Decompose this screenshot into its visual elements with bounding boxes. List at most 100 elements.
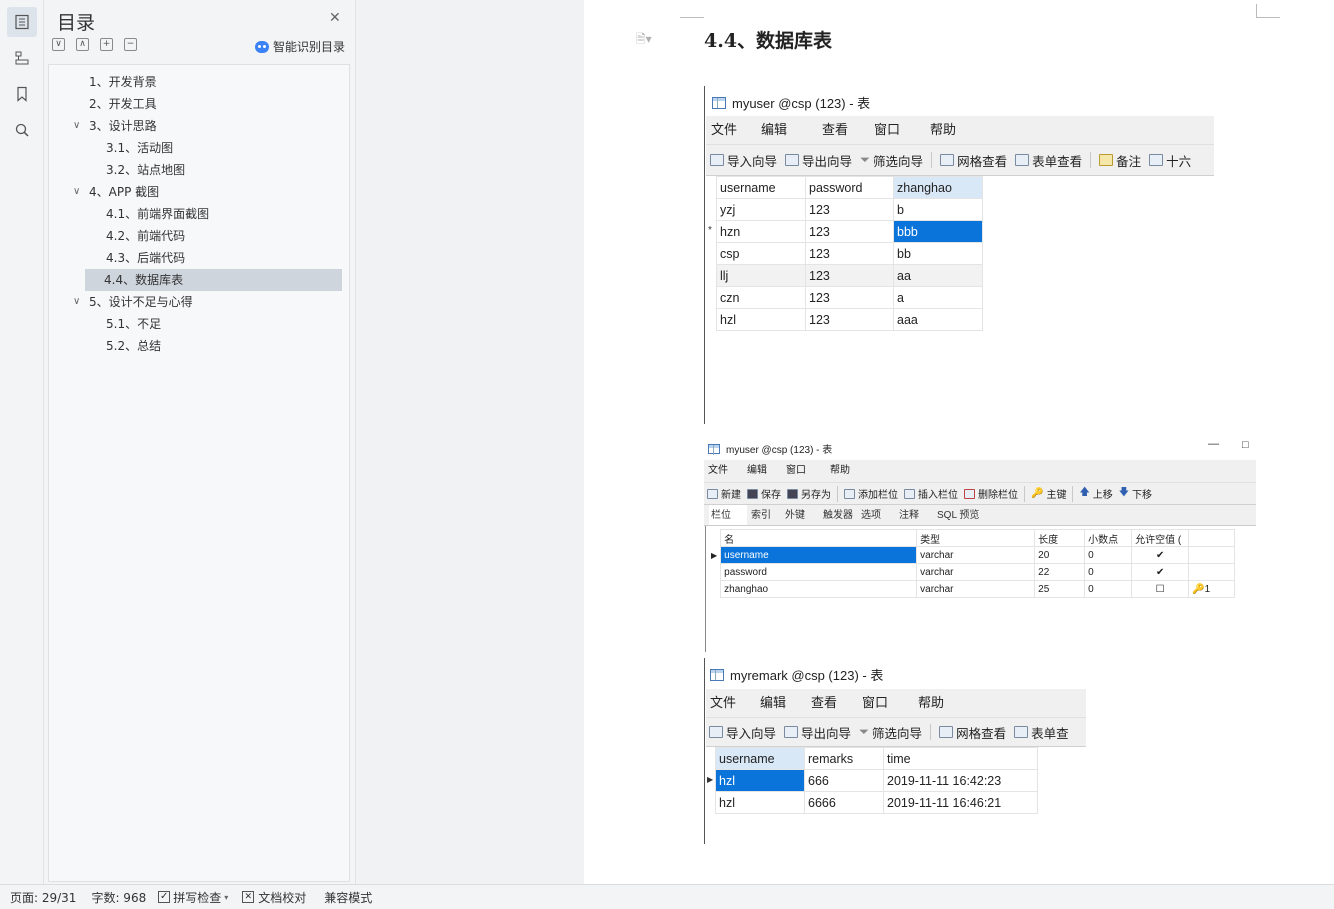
smart-toc-button[interactable]: 智能识别目录 [254,38,345,55]
add-field-button[interactable]: 添加栏位 [844,486,898,501]
column-header[interactable]: zhanghao [893,176,983,199]
column-header[interactable]: 名 [720,529,918,547]
table-row[interactable]: password varchar 22 0 ✔ [708,563,1236,581]
cell[interactable]: aa [893,264,983,287]
menu-window[interactable]: 窗口 [874,116,930,144]
cell[interactable]: hzl [715,791,805,814]
cell[interactable]: 6666 [804,791,884,814]
cell[interactable]: varchar [916,580,1036,598]
save-as-button[interactable]: 另存为 [787,486,831,501]
toc-item[interactable]: 4.4、数据库表 [85,269,342,291]
menu-view[interactable]: 查看 [811,689,862,717]
cell[interactable]: 0 [1084,563,1133,581]
word-count[interactable]: 字数: 968 [91,889,146,906]
cell[interactable]: bb [893,242,983,265]
paragraph-icon[interactable]: 🗎▾ [636,30,652,51]
column-header[interactable]: username [716,176,806,199]
spell-check-button[interactable]: ✓ 拼写检查 ▾ [158,889,228,906]
table-row[interactable]: czn 123 a [716,286,983,309]
toc-item[interactable]: 4.2、前端代码 [106,225,185,247]
tab-indexes[interactable]: 索引 [747,505,785,525]
nullable-checkbox[interactable]: ✔ [1131,546,1190,564]
cell[interactable]: 2019-11-11 16:46:21 [883,791,1038,814]
toc-item[interactable]: 3.1、活动图 [106,137,173,159]
toc-item[interactable]: 2、开发工具 [89,93,157,115]
cell[interactable]: 123 [805,264,894,287]
delete-field-button[interactable]: 删除栏位 [964,486,1018,501]
cell[interactable]: 666 [804,769,884,792]
toc-item[interactable]: ∨ 4、APP 截图 [73,181,159,203]
save-button[interactable]: 保存 [747,486,781,501]
cell[interactable]: aaa [893,308,983,331]
cell[interactable]: hzn [716,220,806,243]
table-row[interactable]: hzl 666 2019-11-11 16:42:23 [715,769,1038,792]
menu-file[interactable]: 文件 [710,689,760,717]
primary-key-button[interactable]: 🔑 主键 [1031,486,1066,501]
page-indicator[interactable]: 页面: 29/31 [10,889,76,906]
menu-view[interactable]: 查看 [822,116,874,144]
cell[interactable]: b [893,198,983,221]
close-icon[interactable]: ✕ [329,10,341,26]
cell[interactable]: 123 [805,220,894,243]
toc-item[interactable]: ∨ 3、设计思路 [73,115,157,137]
column-header[interactable]: 长度 [1034,529,1086,547]
chevron-down-icon[interactable]: ∨ [73,291,80,313]
collapse-all-button[interactable]: ∨ [52,38,65,51]
cell[interactable]: 22 [1034,563,1086,581]
tab-options[interactable]: 选项 [861,505,899,525]
hex-button[interactable]: 十六 [1149,151,1191,170]
menu-window[interactable]: 窗口 [862,689,918,717]
toc-item[interactable]: 3.2、站点地图 [106,159,185,181]
toc-item[interactable]: 4.1、前端界面截图 [106,203,209,225]
cell[interactable]: hzl [716,308,806,331]
chevron-down-icon[interactable]: ∨ [73,181,80,203]
toc-icon[interactable] [7,7,37,37]
column-header[interactable]: 小数点 [1084,529,1133,547]
cell[interactable]: 0 [1084,580,1133,598]
cell-selected[interactable]: bbb [893,220,983,243]
column-header[interactable]: 允许空值 ( [1131,529,1190,547]
nullable-checkbox[interactable]: ✔ [1131,563,1190,581]
move-down-button[interactable]: 🡇 下移 [1119,485,1152,502]
table-row[interactable]: zhanghao varchar 25 0 ☐ 🔑1 [708,580,1236,598]
tab-foreign-keys[interactable]: 外键 [785,505,823,525]
chevron-down-icon[interactable]: ∨ [73,115,80,137]
menu-window[interactable]: 窗口 [786,460,830,482]
column-header[interactable]: time [883,747,1038,770]
cell[interactable]: 20 [1034,546,1086,564]
cell[interactable]: 2019-11-11 16:42:23 [883,769,1038,792]
menu-edit[interactable]: 编辑 [761,116,822,144]
export-wizard-button[interactable]: 导出向导 [785,151,852,170]
table-row[interactable]: csp 123 bb [716,242,983,265]
menu-file[interactable]: 文件 [711,116,761,144]
cell[interactable]: czn [716,286,806,309]
cell[interactable]: zhanghao [720,580,918,598]
structure-icon[interactable] [7,43,37,73]
memo-button[interactable]: 备注 [1099,151,1141,170]
nullable-checkbox[interactable]: ☐ [1131,580,1190,598]
decrease-level-button[interactable]: − [124,38,137,51]
menu-edit[interactable]: 编辑 [760,689,811,717]
search-icon[interactable] [7,115,37,145]
cell[interactable]: a [893,286,983,309]
table-row[interactable]: ▶ username varchar 20 0 ✔ [708,546,1236,564]
table-row[interactable]: hzl 6666 2019-11-11 16:46:21 [715,791,1038,814]
cell[interactable]: 25 [1034,580,1086,598]
export-wizard-button[interactable]: 导出向导 [784,723,851,742]
cell[interactable] [1188,563,1236,581]
minimize-button[interactable]: — [1208,438,1219,450]
menu-help[interactable]: 帮助 [930,116,980,144]
maximize-button[interactable]: □ [1242,439,1249,451]
cell[interactable]: password [720,563,918,581]
increase-level-button[interactable]: + [100,38,113,51]
import-wizard-button[interactable]: 导入向导 [709,723,776,742]
toc-item[interactable]: 5.1、不足 [106,313,161,335]
table-row[interactable]: llj 123 aa [716,264,983,287]
table-row[interactable]: hzn 123 bbb [716,220,983,243]
column-header[interactable]: password [805,176,894,199]
bookmark-icon[interactable] [7,79,37,109]
cell[interactable]: varchar [916,546,1036,564]
cell[interactable]: 123 [805,286,894,309]
insert-field-button[interactable]: 插入栏位 [904,486,958,501]
move-up-button[interactable]: 🡅 上移 [1079,485,1112,502]
